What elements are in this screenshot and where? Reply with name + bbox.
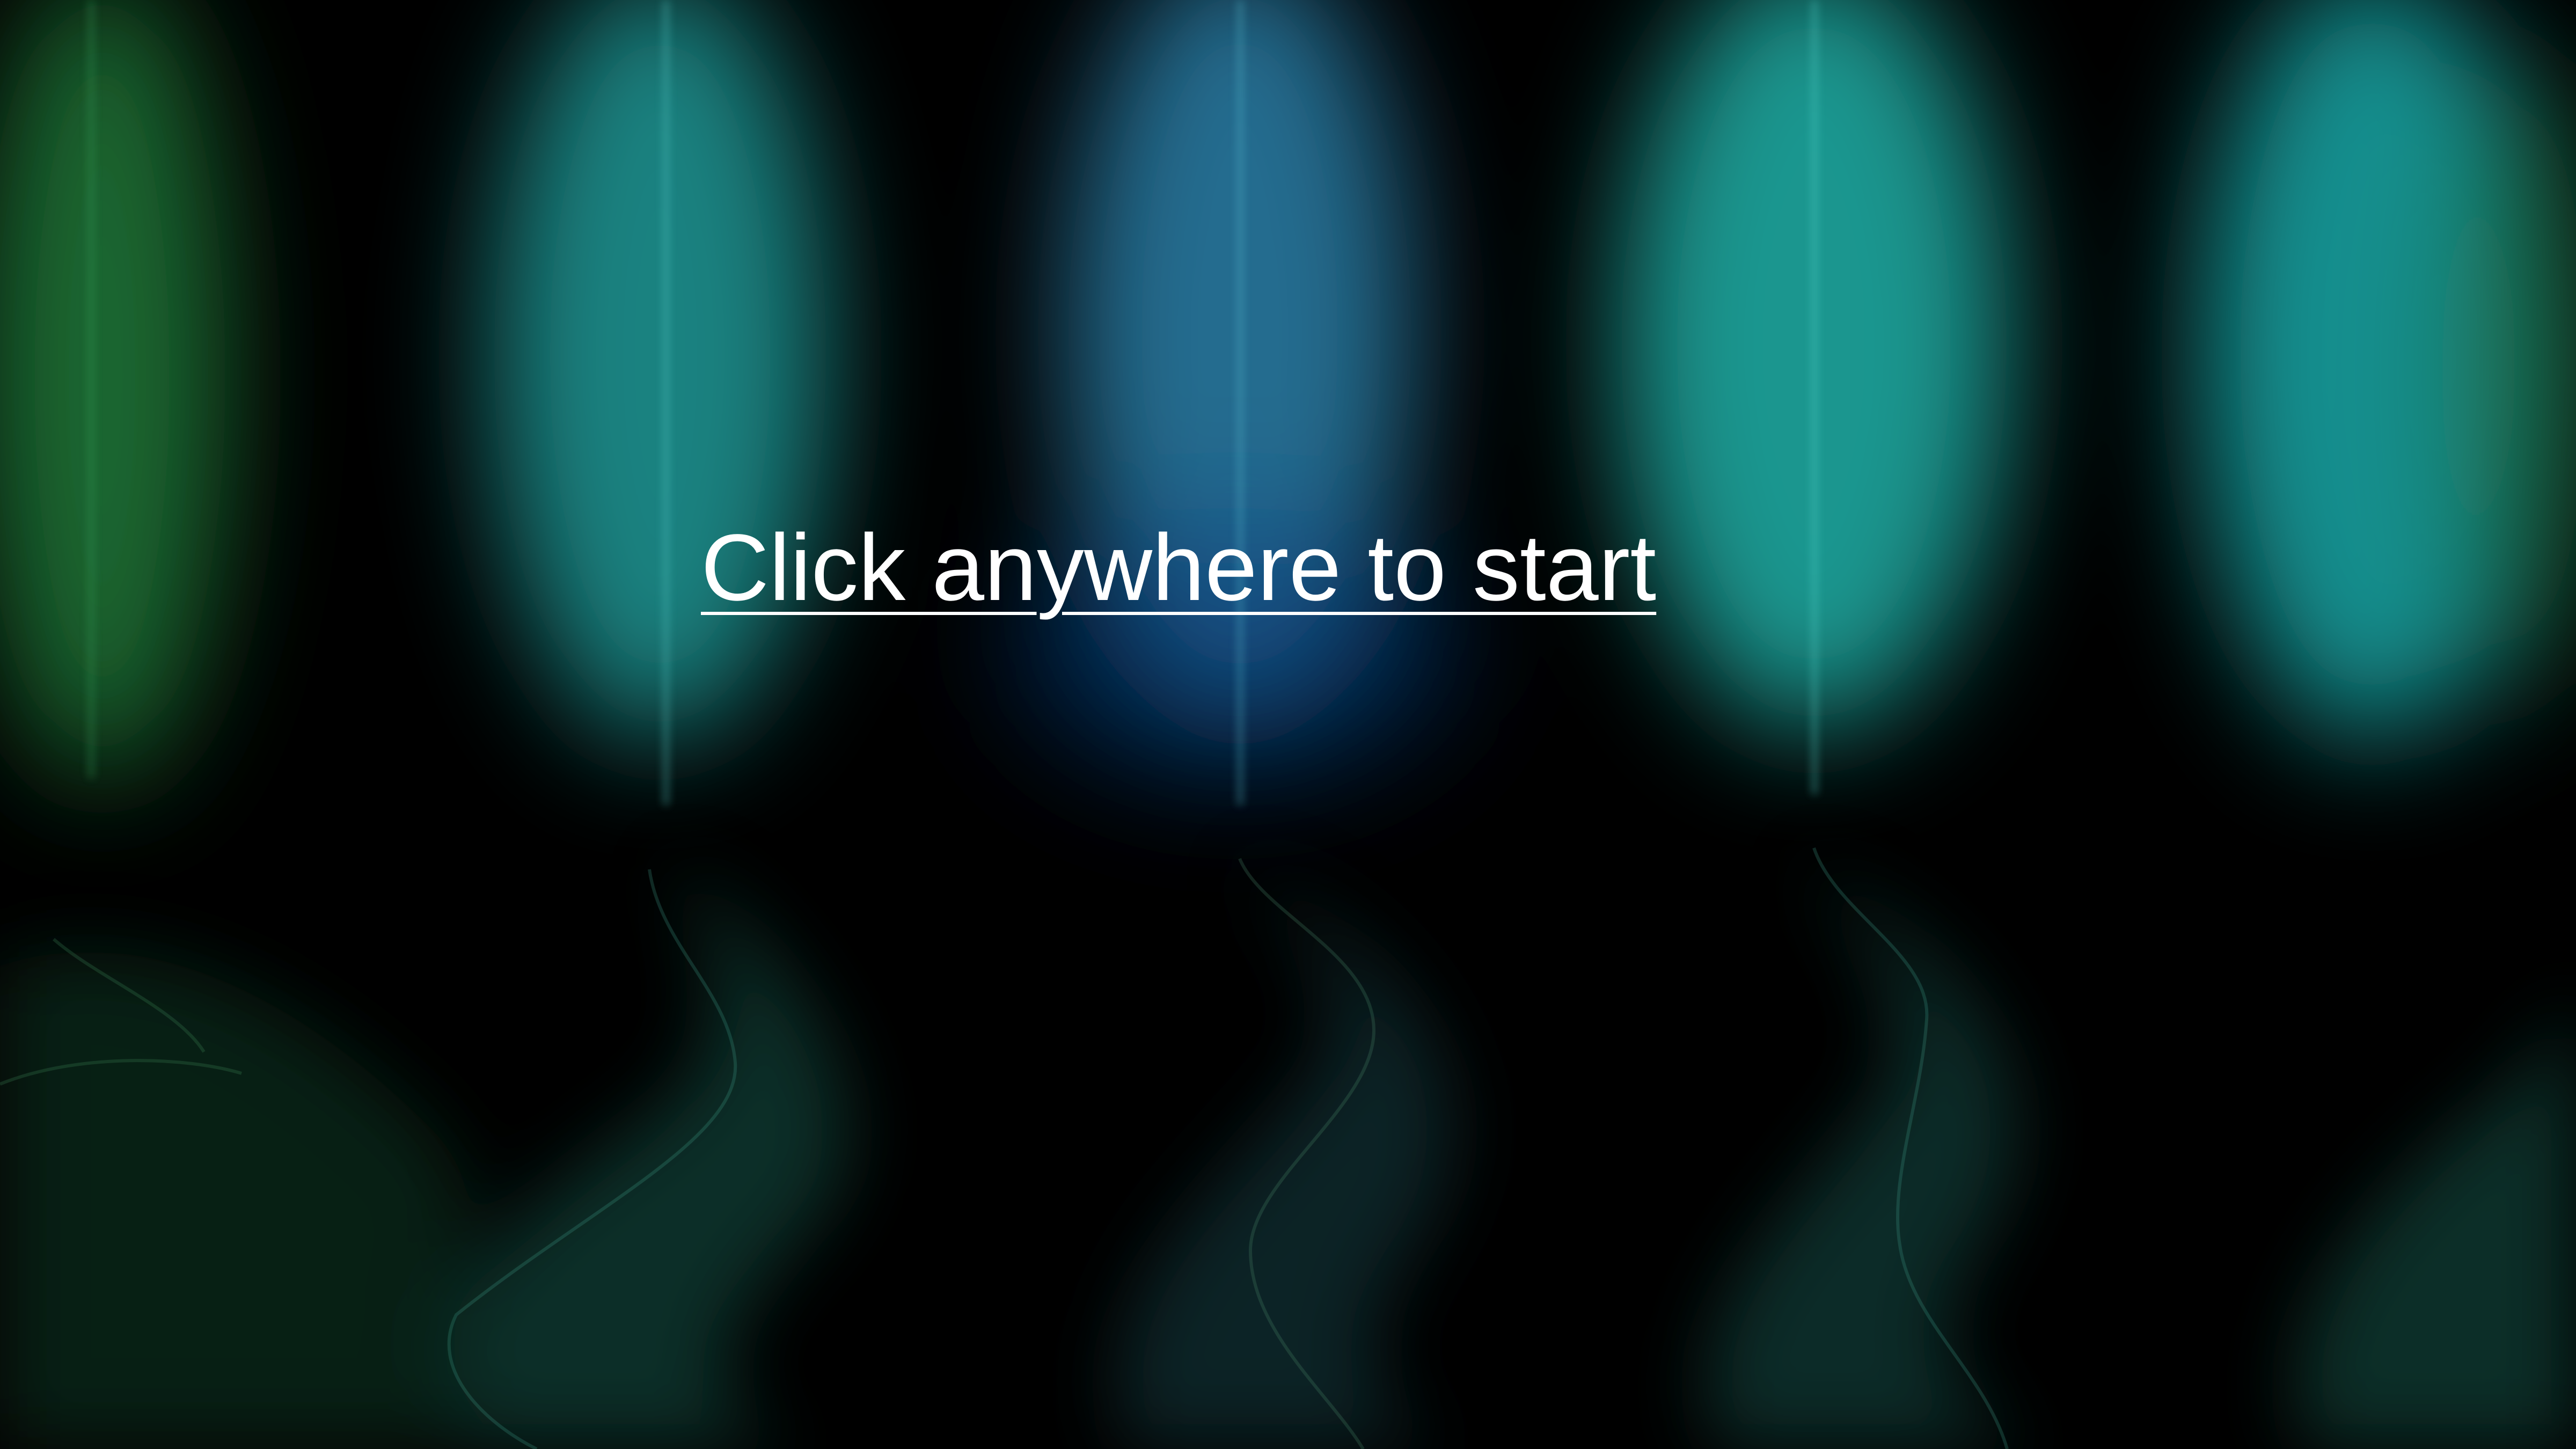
start-prompt-link[interactable]: Click anywhere to start [701, 521, 1656, 615]
click-to-start-screen[interactable]: Click anywhere to start [0, 0, 2576, 1449]
aurora-background [0, 0, 2576, 1449]
glow-column-2 [494, 0, 826, 741]
